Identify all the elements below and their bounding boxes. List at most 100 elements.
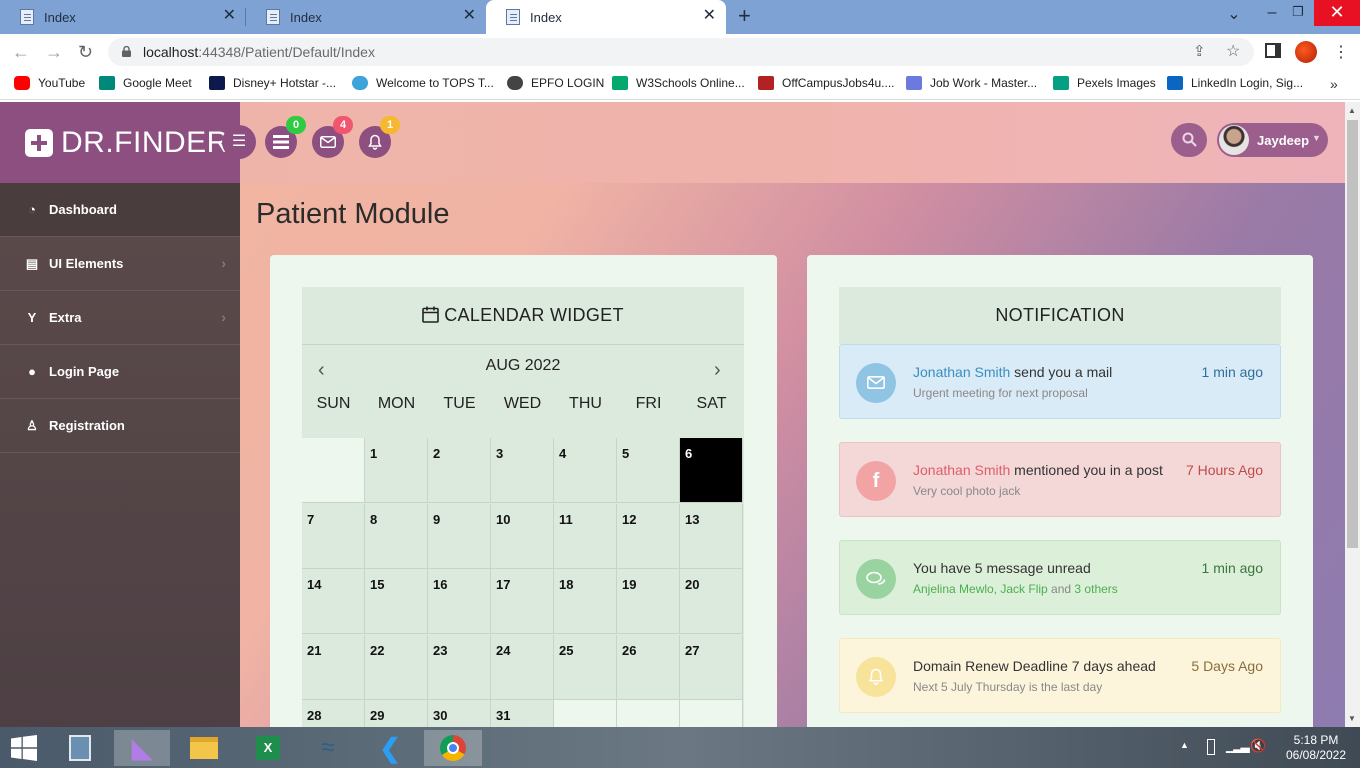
tab-close-icon[interactable]: ✕: [223, 8, 236, 24]
calendar-day[interactable]: 1: [365, 438, 428, 503]
notification-item-deadline[interactable]: Domain Renew Deadline 7 days ahead Next …: [839, 638, 1281, 713]
volume-muted-icon[interactable]: 🔇: [1250, 738, 1266, 754]
calendar-day[interactable]: 2: [428, 438, 491, 503]
browser-tab-2[interactable]: Index ✕: [246, 0, 486, 34]
bookmark-hotstar[interactable]: Disney+ Hotstar -...: [209, 76, 336, 90]
sidebar-item-registration[interactable]: ♙ Registration: [0, 399, 240, 453]
notification-title: Jonathan Smith send you a mail: [913, 364, 1113, 380]
calendar-day[interactable]: 30: [428, 700, 491, 727]
network-icon[interactable]: ▁▂▃: [1226, 739, 1250, 753]
search-button[interactable]: [1171, 123, 1207, 157]
calendar-day-today[interactable]: 6: [680, 438, 743, 503]
minimize-icon[interactable]: –: [1260, 4, 1284, 22]
notification-item-mention[interactable]: f Jonathan Smith mentioned you in a post…: [839, 442, 1281, 517]
more-bookmarks-chevron-icon[interactable]: »: [1330, 76, 1338, 92]
calendar-day[interactable]: 25: [554, 634, 617, 700]
calendar-day[interactable]: 17: [491, 569, 554, 634]
scroll-up-arrow-icon[interactable]: ▲: [1348, 106, 1356, 115]
notification-card: NOTIFICATION Jonathan Smith send you a m…: [807, 255, 1313, 727]
sidebar-item-login-page[interactable]: ● Login Page: [0, 345, 240, 399]
calendar-day[interactable]: 18: [554, 569, 617, 634]
side-panel-icon[interactable]: [1265, 43, 1281, 58]
tab-close-icon[interactable]: ✕: [463, 8, 476, 24]
restore-icon[interactable]: ❐: [1286, 4, 1310, 20]
calendar-title: CALENDAR WIDGET: [444, 305, 624, 325]
sidebar-item-dashboard[interactable]: ◔ Dashboard: [0, 183, 240, 237]
bookmark-epfo[interactable]: EPFO LOGIN: [507, 76, 604, 90]
calendar-day[interactable]: 3: [491, 438, 554, 503]
page-scrollbar[interactable]: ▲ ▼: [1345, 102, 1360, 727]
share-icon[interactable]: ⇪: [1193, 42, 1206, 60]
url-field[interactable]: localhost:44348/Patient/Default/Index ⇪ …: [108, 38, 1254, 66]
vscode-icon[interactable]: ❮: [368, 730, 412, 766]
calendar-day[interactable]: 31: [491, 700, 554, 727]
user-icon: ●: [28, 364, 36, 379]
calculator-icon[interactable]: [58, 730, 102, 766]
profile-avatar-icon[interactable]: [1295, 41, 1317, 63]
page-favicon-icon: [266, 9, 280, 25]
sidebar-item-extra[interactable]: Y Extra ›: [0, 291, 240, 345]
weekday-header: THU: [569, 395, 602, 412]
calendar-day[interactable]: 16: [428, 569, 491, 634]
calendar-day[interactable]: 5: [617, 438, 680, 503]
calendar-day[interactable]: 21: [302, 634, 365, 700]
calendar-day[interactable]: 4: [554, 438, 617, 503]
bookmark-pexels[interactable]: Pexels Images: [1053, 76, 1156, 90]
tab-close-icon[interactable]: ✕: [703, 8, 716, 24]
menu-toggle-icon[interactable]: ☰: [222, 125, 256, 159]
browser-tab-1[interactable]: Index ✕: [0, 0, 246, 34]
tray-chevron-icon[interactable]: ▲: [1180, 740, 1189, 750]
calendar-day[interactable]: 22: [365, 634, 428, 700]
next-month-chevron-icon[interactable]: ›: [714, 359, 721, 382]
browser-tab-3-active[interactable]: Index ✕: [486, 0, 726, 34]
notification-item-mail[interactable]: Jonathan Smith send you a mail Urgent me…: [839, 344, 1281, 419]
calendar-day[interactable]: 12: [617, 503, 680, 569]
chrome-icon[interactable]: [424, 730, 482, 766]
brand-logo[interactable]: DR.FINDER: [0, 102, 240, 183]
scroll-down-arrow-icon[interactable]: ▼: [1348, 714, 1356, 723]
calendar-day[interactable]: 26: [617, 634, 680, 700]
notification-item-messages[interactable]: You have 5 message unread Anjelina Mewlo…: [839, 540, 1281, 615]
back-arrow-icon[interactable]: ←: [12, 42, 30, 62]
bookmark-offcampusjobs[interactable]: OffCampusJobs4u....: [758, 76, 895, 90]
bookmark-tops[interactable]: Welcome to TOPS T...: [352, 76, 494, 90]
calendar-day[interactable]: 19: [617, 569, 680, 634]
calendar-day[interactable]: 28: [302, 700, 365, 727]
calendar-day[interactable]: 23: [428, 634, 491, 700]
calendar-day[interactable]: 9: [428, 503, 491, 569]
sidebar-item-ui-elements[interactable]: ▤ UI Elements ›: [0, 237, 240, 291]
bookmark-google-meet[interactable]: Google Meet: [99, 76, 192, 90]
visual-studio-icon[interactable]: ◣: [114, 730, 170, 766]
envelope-icon: [320, 136, 336, 148]
taskbar-clock[interactable]: 5:18 PM 06/08/2022: [1272, 733, 1360, 763]
file-explorer-icon[interactable]: [182, 730, 226, 766]
calendar-day[interactable]: 10: [491, 503, 554, 569]
calendar-day[interactable]: 14: [302, 569, 365, 634]
bookmark-job-work[interactable]: Job Work - Master...: [906, 76, 1037, 90]
bookmark-linkedin[interactable]: LinkedIn Login, Sig...: [1167, 76, 1303, 90]
mysql-icon[interactable]: ≈: [306, 730, 350, 766]
scrollbar-thumb[interactable]: [1347, 120, 1358, 548]
bookmark-star-icon[interactable]: ☆: [1226, 41, 1240, 61]
calendar-day[interactable]: 29: [365, 700, 428, 727]
calendar-day[interactable]: 15: [365, 569, 428, 634]
bookmark-youtube[interactable]: YouTube: [14, 76, 85, 90]
calendar-day[interactable]: 13: [680, 503, 743, 569]
window-close-icon[interactable]: ✕: [1314, 0, 1360, 26]
calendar-day[interactable]: 11: [554, 503, 617, 569]
forward-arrow-icon[interactable]: →: [45, 42, 63, 62]
calendar-day[interactable]: 20: [680, 569, 743, 634]
new-tab-plus-icon[interactable]: +: [738, 4, 751, 28]
tab-search-chevron-icon[interactable]: ⌄: [1222, 4, 1246, 24]
excel-icon[interactable]: X: [246, 730, 290, 766]
calendar-day[interactable]: 24: [491, 634, 554, 700]
user-menu-button[interactable]: Jaydeep ▼: [1217, 123, 1328, 157]
browser-menu-icon[interactable]: ⋮: [1333, 42, 1349, 62]
bookmark-w3schools[interactable]: W3Schools Online...: [612, 76, 745, 90]
calendar-day[interactable]: 8: [365, 503, 428, 569]
windows-start-icon[interactable]: [2, 730, 46, 766]
calendar-day[interactable]: 27: [680, 634, 743, 700]
reload-icon[interactable]: ↻: [78, 42, 93, 62]
calendar-day[interactable]: 7: [302, 503, 365, 569]
battery-icon[interactable]: [1207, 739, 1215, 755]
